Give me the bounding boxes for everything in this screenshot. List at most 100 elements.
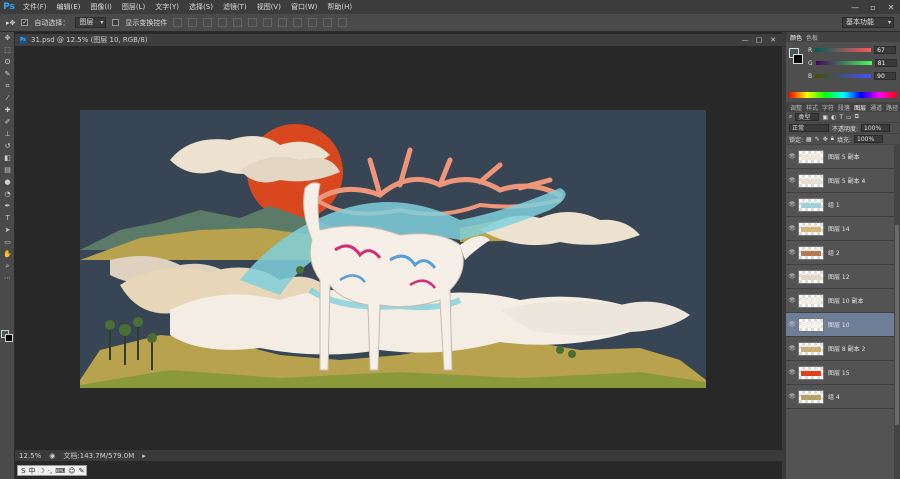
restore-icon[interactable]: ▫ — [864, 0, 882, 14]
visibility-eye-icon[interactable]: 👁︎ — [786, 297, 798, 304]
red-value[interactable]: 67 — [874, 46, 897, 54]
dodge-tool-icon[interactable]: ◔ — [0, 188, 15, 200]
tab-layers[interactable]: 图层 — [854, 103, 866, 112]
visibility-eye-icon[interactable]: 👁︎ — [786, 153, 798, 160]
move-tool-icon[interactable]: ▸✥ — [6, 19, 15, 27]
more-tools-icon[interactable]: ⋯ — [0, 272, 15, 284]
ime-moon-icon[interactable]: ☽ — [38, 467, 44, 475]
menu-image[interactable]: 图像(I) — [85, 0, 117, 14]
menu-select[interactable]: 选择(S) — [184, 0, 218, 14]
menu-layer[interactable]: 图层(L) — [117, 0, 150, 14]
tab-paths[interactable]: 路径 — [886, 103, 898, 112]
visibility-eye-icon[interactable]: 👁︎ — [786, 321, 798, 328]
visibility-eye-icon[interactable]: 👁︎ — [786, 273, 798, 280]
move-tool-icon[interactable]: ✥ — [0, 32, 15, 44]
lock-transparency-icon[interactable]: ▦ — [806, 136, 812, 143]
distribute-hcenter-icon[interactable] — [323, 18, 333, 27]
status-menu-icon[interactable]: ◉ — [49, 452, 55, 460]
layer-row[interactable]: 👁︎ 图层 10 — [786, 313, 894, 337]
blue-slider[interactable] — [815, 74, 872, 78]
crop-tool-icon[interactable]: ⌗ — [0, 80, 15, 92]
visibility-eye-icon[interactable]: 👁︎ — [786, 201, 798, 208]
distribute-vcenter-icon[interactable] — [278, 18, 288, 27]
status-arrow-icon[interactable]: ▸ — [142, 452, 146, 460]
ime-settings-icon[interactable]: ✎ — [79, 467, 85, 475]
menu-help[interactable]: 帮助(H) — [322, 0, 357, 14]
menu-file[interactable]: 文件(F) — [18, 0, 52, 14]
zoom-level[interactable]: 12.5% — [19, 452, 41, 460]
visibility-eye-icon[interactable]: 👁︎ — [786, 225, 798, 232]
layer-row[interactable]: 👁︎ 图层 10 副本 — [786, 289, 894, 313]
type-tool-icon[interactable]: T — [0, 212, 15, 224]
align-top-icon[interactable] — [173, 18, 183, 27]
filter-smart-icon[interactable]: ⧉ — [855, 113, 859, 121]
history-brush-icon[interactable]: ↺ — [0, 140, 15, 152]
filter-pixel-icon[interactable]: ▣ — [822, 114, 828, 121]
lock-position-icon[interactable]: ✥ — [823, 136, 828, 143]
layers-scrollbar[interactable] — [894, 145, 900, 479]
green-slider[interactable] — [815, 61, 872, 65]
color-panel-background[interactable] — [793, 54, 803, 64]
tab-swatches[interactable]: 色板 — [806, 33, 818, 42]
visibility-eye-icon[interactable]: 👁︎ — [786, 177, 798, 184]
marquee-tool-icon[interactable]: ⬚ — [0, 44, 15, 56]
lasso-tool-icon[interactable]: ʘ — [0, 56, 15, 68]
ime-language[interactable]: 中 — [28, 466, 35, 476]
quick-select-tool-icon[interactable]: ✎ — [0, 68, 15, 80]
menu-edit[interactable]: 编辑(E) — [52, 0, 86, 14]
layer-row[interactable]: 👁︎ 图层 5 副本 — [786, 145, 894, 169]
zoom-tool-icon[interactable]: ⌕ — [0, 260, 15, 272]
doc-maximize-icon[interactable]: □ — [754, 34, 764, 46]
ime-keyboard-icon[interactable]: ⌨ — [55, 467, 65, 475]
document-tab[interactable]: Ps 31.psd @ 12.5% (图层 10, RGB/8) — □ ✕ — [15, 34, 782, 46]
filter-shape-icon[interactable]: ▭ — [846, 114, 852, 121]
distribute-bottom-icon[interactable] — [293, 18, 303, 27]
minimize-icon[interactable]: — — [846, 0, 864, 14]
red-slider[interactable] — [815, 48, 872, 52]
shape-tool-icon[interactable]: ▭ — [0, 236, 15, 248]
color-spectrum[interactable] — [789, 92, 897, 98]
distribute-right-icon[interactable] — [338, 18, 348, 27]
menu-window[interactable]: 窗口(W) — [286, 0, 322, 14]
lock-all-icon[interactable]: 🔒︎ — [831, 135, 834, 143]
align-bottom-icon[interactable] — [203, 18, 213, 27]
ime-user-icon[interactable]: ☺ — [68, 467, 75, 475]
doc-minimize-icon[interactable]: — — [740, 34, 750, 46]
path-select-icon[interactable]: ➤ — [0, 224, 15, 236]
layer-row[interactable]: 👁︎ 图层 5 副本 4 — [786, 169, 894, 193]
distribute-top-icon[interactable] — [263, 18, 273, 27]
align-left-icon[interactable] — [218, 18, 228, 27]
eyedropper-tool-icon[interactable]: ⁄ — [0, 92, 15, 104]
visibility-eye-icon[interactable]: 👁︎ — [786, 393, 798, 400]
tab-adjustments[interactable]: 调整 — [790, 103, 802, 112]
close-icon[interactable]: ✕ — [882, 0, 900, 14]
gradient-tool-icon[interactable]: ▤ — [0, 164, 15, 176]
layer-kind-dropdown[interactable]: 类型 — [795, 113, 820, 121]
tab-character[interactable]: 字符 — [822, 103, 834, 112]
brush-tool-icon[interactable]: ✐ — [0, 116, 15, 128]
layer-row[interactable]: 👁︎ 组 2 — [786, 241, 894, 265]
auto-select-dropdown[interactable]: 图层 — [75, 17, 107, 28]
visibility-eye-icon[interactable]: 👁︎ — [786, 345, 798, 352]
layer-row[interactable]: 👁︎ 组 1 — [786, 193, 894, 217]
lock-pixels-icon[interactable]: ✎ — [815, 136, 820, 143]
blend-mode-dropdown[interactable]: 正常 — [789, 124, 829, 132]
green-value[interactable]: 81 — [874, 59, 897, 67]
eraser-tool-icon[interactable]: ◧ — [0, 152, 15, 164]
layers-scroll-thumb[interactable] — [895, 225, 899, 425]
fill-field[interactable]: 100% — [854, 135, 884, 143]
tab-channels[interactable]: 通道 — [870, 103, 882, 112]
hand-tool-icon[interactable]: ✋ — [0, 248, 15, 260]
align-vcenter-icon[interactable] — [188, 18, 198, 27]
layer-row[interactable]: 👁︎ 图层 15 — [786, 361, 894, 385]
clone-stamp-icon[interactable]: ⊥ — [0, 128, 15, 140]
healing-brush-icon[interactable]: ✚ — [0, 104, 15, 116]
blur-tool-icon[interactable]: ● — [0, 176, 15, 188]
filter-type-icon[interactable]: T — [839, 114, 843, 121]
menu-view[interactable]: 视图(V) — [252, 0, 286, 14]
workspace-dropdown[interactable]: 基本功能 — [842, 17, 894, 28]
menu-filter[interactable]: 滤镜(T) — [218, 0, 252, 14]
transform-controls-checkbox[interactable] — [112, 19, 120, 26]
photoshop-logo[interactable]: Ps — [0, 0, 18, 14]
visibility-eye-icon[interactable]: 👁︎ — [786, 369, 798, 376]
